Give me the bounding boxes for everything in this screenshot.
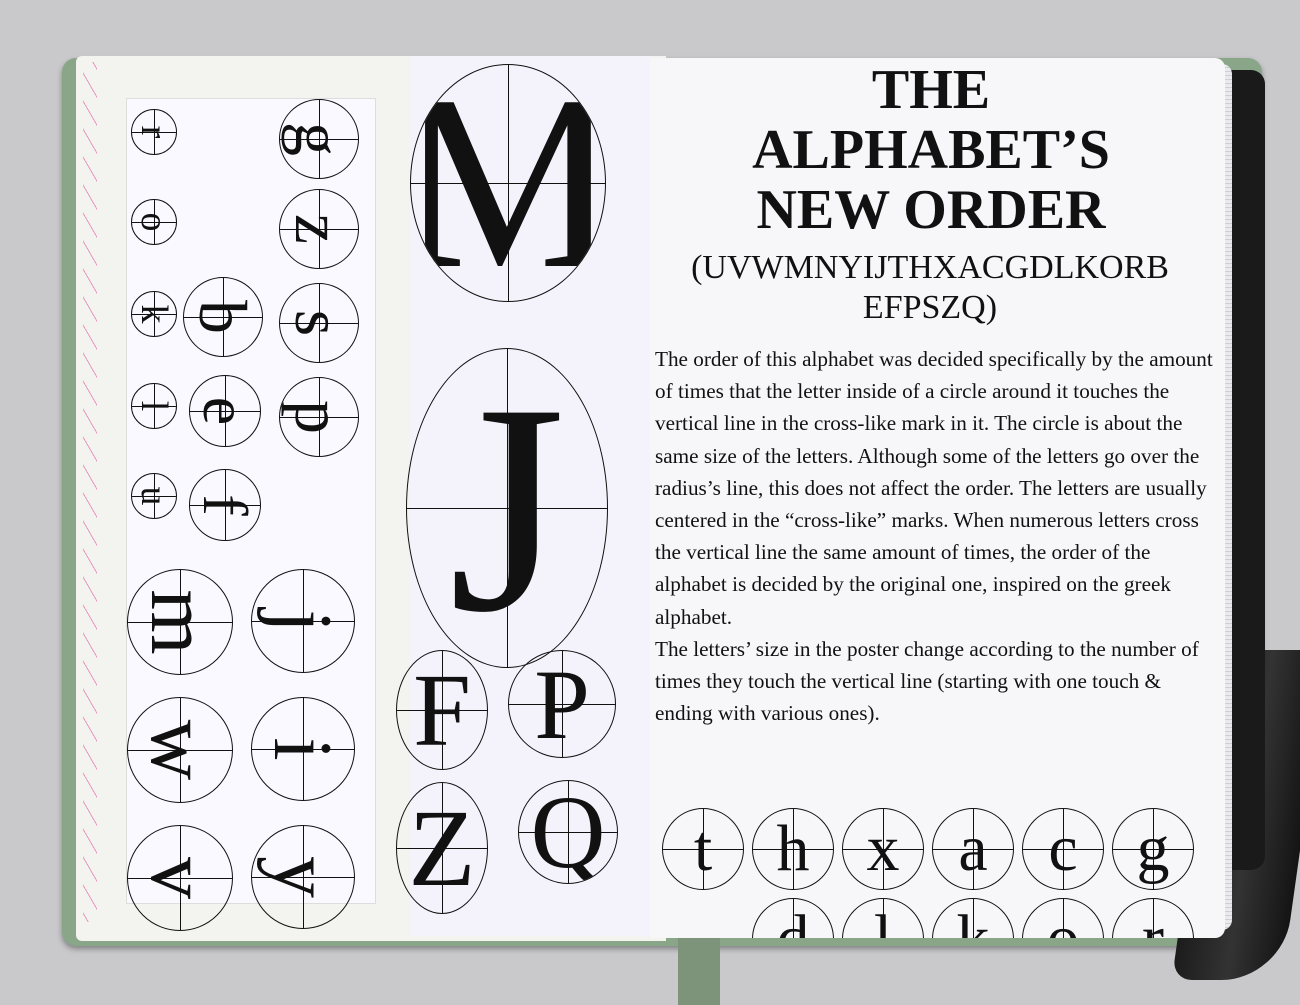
- order-line: (UVWMNYIJTHXACGDLKORB: [691, 249, 1169, 286]
- strip-letter-circle: p: [279, 377, 359, 457]
- strip-letter-circle: w: [127, 697, 233, 803]
- bottom-letter-circle: o: [1022, 898, 1104, 938]
- strip-letter-circle: r: [131, 109, 177, 155]
- strip-letter-circle: u: [131, 473, 177, 519]
- alphabet-order: (UVWMNYIJTHXACGDLKORB EFPSZQ): [650, 248, 1210, 328]
- strip-letter-circle: b: [183, 277, 263, 357]
- bottom-letter-circle: c: [1022, 808, 1104, 890]
- letter-F: F: [413, 652, 471, 768]
- strip-letter-circle: o: [131, 199, 177, 245]
- bottom-letter-circle: g: [1112, 808, 1194, 890]
- strip-letter-circle: s: [279, 283, 359, 363]
- bottom-letter-circle: x: [842, 808, 924, 890]
- letter-circle-J: J: [406, 348, 608, 668]
- letter-Z: Z: [408, 786, 476, 909]
- letter-J: J: [448, 348, 566, 668]
- description-paragraph: The letters’ size in the poster change a…: [655, 636, 1199, 726]
- strip-letter-circle: v: [127, 825, 233, 931]
- poster-title: THE ALPHABET’S NEW ORDER: [656, 60, 1206, 240]
- letter-circle-F: F: [396, 650, 488, 770]
- bottom-letter-circle: d: [752, 898, 834, 938]
- letter-circle-P: P: [508, 650, 616, 758]
- letter-circle-Z: Z: [396, 782, 488, 914]
- strip-letter-circle: g: [279, 99, 359, 179]
- poster-description: The order of this alphabet was decided s…: [655, 343, 1215, 729]
- letter-Q: Q: [530, 780, 606, 884]
- order-line: EFPSZQ): [862, 289, 998, 326]
- bottom-letter-circle: r: [1112, 898, 1194, 938]
- title-line: NEW ORDER: [756, 179, 1106, 241]
- middle-sheet: M J F P Z Q: [396, 56, 650, 936]
- letter-circle-Q: Q: [518, 780, 618, 884]
- bottom-letter-circle: l: [842, 898, 924, 938]
- description-paragraph: The order of this alphabet was decided s…: [655, 347, 1213, 629]
- bottom-letter-circle: a: [932, 808, 1014, 890]
- letter-P: P: [534, 650, 590, 758]
- strip-letter-circle: e: [189, 375, 261, 447]
- bottom-letter-circle: t: [662, 808, 744, 890]
- strip-letter-circle: m: [127, 569, 233, 675]
- strip-letter-circle: l: [131, 383, 177, 429]
- title-line: THE: [871, 59, 991, 121]
- bottom-letter-circle: h: [752, 808, 834, 890]
- bottom-letter-circle: k: [932, 898, 1014, 938]
- title-line: ALPHABET’S: [752, 119, 1110, 181]
- strip-letter-circle: y: [251, 825, 355, 929]
- bottom-letter-rows: t h x a c g d l k o r: [660, 808, 1210, 938]
- letter-M: M: [411, 65, 605, 301]
- left-page-margin-stripe: [83, 62, 97, 922]
- strip-letter-circle: i: [251, 697, 355, 801]
- strip-letter-circle: f: [189, 469, 261, 541]
- letter-circle-M: M: [410, 64, 606, 302]
- strip-letter-circle: z: [279, 189, 359, 269]
- letter-strip: r o k l u m w v b e f j i y g z s p: [126, 98, 376, 931]
- strip-letter-circle: k: [131, 291, 177, 337]
- strip-letter-circle: j: [251, 569, 355, 673]
